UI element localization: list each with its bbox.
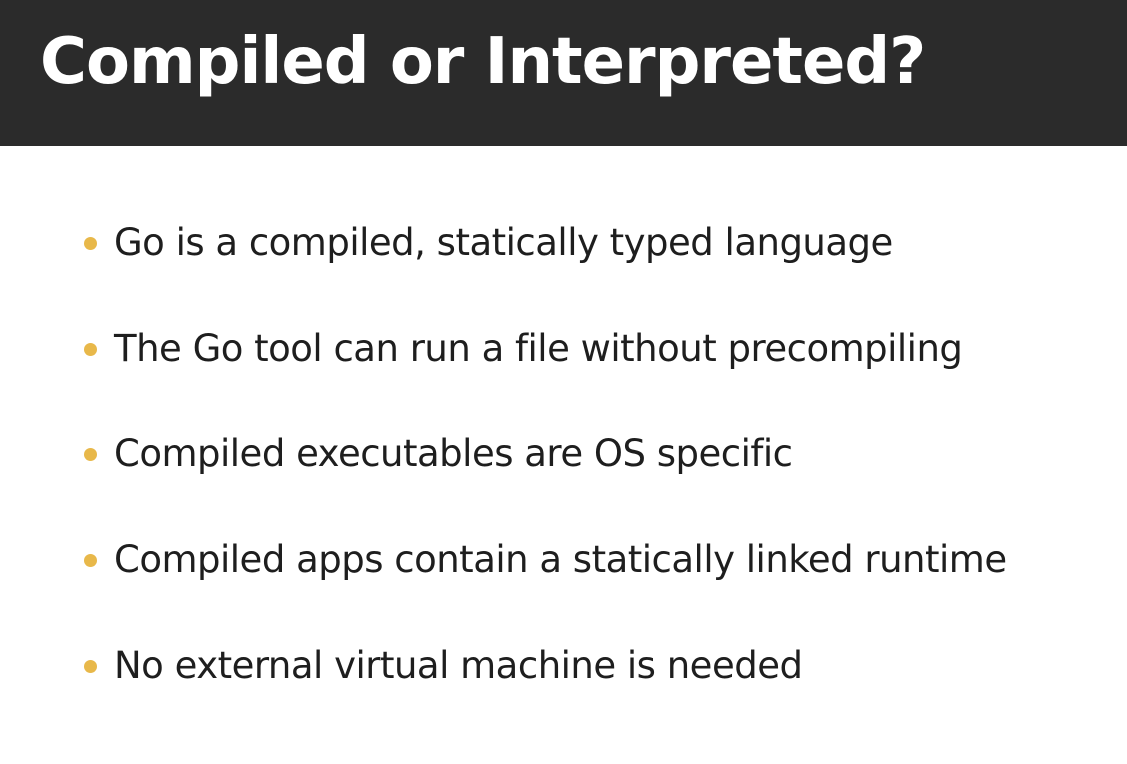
bullet-text: Compiled apps contain a statically linke… — [114, 538, 1007, 581]
title-bar: Compiled or Interpreted? — [0, 0, 1127, 146]
bullet-text: Go is a compiled, statically typed langu… — [114, 221, 893, 264]
bullet-text: Compiled executables are OS specific — [114, 432, 793, 475]
bullet-text: No external virtual machine is needed — [114, 644, 803, 687]
bullet-dot-icon — [84, 554, 97, 567]
bullet-text: The Go tool can run a file without preco… — [114, 327, 963, 370]
bullet-dot-icon — [84, 343, 97, 356]
slide: Compiled or Interpreted? Go is a compile… — [0, 0, 1127, 764]
bullet-dot-icon — [84, 660, 97, 673]
slide-title: Compiled or Interpreted? — [40, 25, 926, 99]
bullet-dot-icon — [84, 448, 97, 461]
bullet-dot-icon — [84, 237, 97, 250]
